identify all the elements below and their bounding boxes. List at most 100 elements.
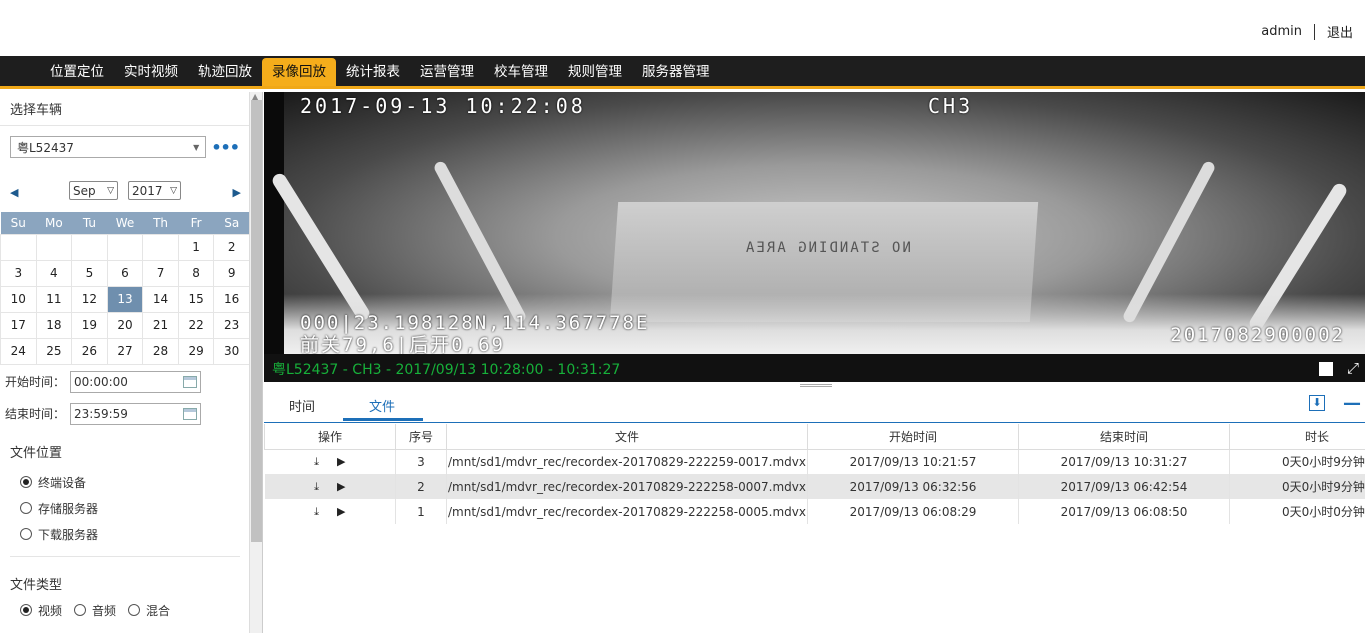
nav-item-7[interactable]: 规则管理 [558, 56, 632, 86]
weekday-header: Mo [36, 212, 72, 234]
year-select[interactable]: 2017 ▽ [128, 181, 181, 200]
calendar-day[interactable]: 13 [106, 285, 144, 313]
calendar-day[interactable]: 26 [71, 337, 108, 365]
file-type-option[interactable]: 音频 [74, 602, 116, 619]
prev-month-icon[interactable]: ◀ [10, 186, 18, 199]
file-table: 操作 序号 文件 开始时间 结束时间 时长 ⤓ ▶ 3/mnt/sd1/mdvr_rec/re… [264, 424, 1365, 524]
calendar-day[interactable]: 18 [35, 311, 73, 339]
calendar-day[interactable]: 22 [177, 311, 215, 339]
calendar-day[interactable]: 11 [35, 285, 73, 313]
radio-button[interactable] [128, 604, 141, 616]
next-month-icon[interactable]: ▶ [233, 186, 241, 199]
calendar-day [35, 233, 73, 261]
location-option[interactable]: 终端设备 [0, 474, 249, 491]
calendar-day [142, 233, 179, 261]
download-icon[interactable]: ⤓ [314, 505, 319, 519]
calendar-icon[interactable] [183, 375, 197, 388]
row-end: 2017/09/13 06:42:54 [1018, 474, 1230, 499]
row-end: 2017/09/13 06:08:50 [1018, 499, 1230, 524]
radio-button[interactable] [20, 476, 32, 488]
row-seq: 3 [395, 449, 447, 474]
main-nav: 位置定位 实时视频 轨迹回放 录像回放 统计报表 运营管理 校车管理 规则管理 服务器管理 [0, 56, 1365, 89]
tab-time[interactable]: 时间 [289, 396, 315, 415]
calendar-day[interactable]: 6 [106, 259, 144, 287]
nav-item-2[interactable]: 轨迹回放 [188, 56, 262, 86]
file-type-option[interactable]: 视频 [20, 602, 62, 619]
calendar-day[interactable]: 24 [0, 337, 37, 365]
video-player[interactable]: NO STANDING AREA 2017-09-13 10:22:08 CH3… [264, 92, 1365, 382]
panel-splitter[interactable] [800, 384, 832, 387]
start-time-input[interactable]: 00:00:00 [70, 370, 201, 393]
scrollbar-thumb[interactable] [251, 100, 262, 542]
calendar-day[interactable]: 5 [71, 259, 108, 287]
calendar-day[interactable]: 19 [71, 311, 108, 339]
calendar-day[interactable]: 12 [71, 285, 108, 313]
radio-button[interactable] [74, 604, 87, 616]
play-icon[interactable]: ▶ [337, 480, 345, 494]
calendar-day[interactable]: 17 [0, 311, 37, 339]
month-select[interactable]: Sep ▽ [69, 181, 118, 200]
calendar-day[interactable]: 15 [177, 285, 215, 313]
calendar-day[interactable]: 3 [0, 259, 37, 287]
username[interactable]: admin [1261, 24, 1302, 39]
calendar-day[interactable]: 8 [177, 259, 215, 287]
play-icon[interactable]: ▶ [337, 455, 345, 469]
file-type-title: 文件类型 [10, 577, 63, 593]
radio-button[interactable] [20, 502, 32, 514]
radio-button[interactable] [20, 528, 32, 540]
row-seq: 1 [395, 499, 447, 524]
nav-item-5[interactable]: 运营管理 [410, 56, 484, 86]
logout-link[interactable]: 退出 [1327, 22, 1353, 41]
table-row[interactable]: ⤓ ▶ 3/mnt/sd1/mdvr_rec/recordex-20170829-2… [264, 449, 1365, 474]
calendar-icon[interactable] [183, 407, 197, 420]
calendar-day[interactable]: 9 [213, 259, 249, 287]
table-row[interactable]: ⤓ ▶ 2/mnt/sd1/mdvr_rec/recordex-20170829-2… [264, 474, 1365, 499]
calendar-day[interactable]: 7 [142, 259, 179, 287]
row-action-icons: ⤓ ▶ [265, 505, 395, 519]
end-time-label: 结束时间： [5, 407, 66, 421]
calendar-day[interactable]: 4 [35, 259, 73, 287]
tab-file[interactable]: 文件 [369, 396, 395, 415]
stop-icon[interactable] [1319, 362, 1333, 376]
end-time-input[interactable]: 23:59:59 [70, 402, 201, 425]
calendar-day[interactable]: 23 [213, 311, 249, 339]
play-icon[interactable]: ▶ [337, 505, 345, 519]
file-type-label: 混合 [146, 603, 171, 618]
nav-item-3[interactable]: 录像回放 [262, 58, 336, 86]
collapse-icon[interactable]: — [1343, 393, 1361, 414]
nav-item-1[interactable]: 实时视频 [114, 56, 188, 86]
calendar-week-row: 3456789 [0, 259, 249, 287]
nav-item-4[interactable]: 统计报表 [336, 56, 410, 86]
calendar-day[interactable]: 27 [106, 337, 144, 365]
calendar-day[interactable]: 28 [142, 337, 179, 365]
nav-item-0[interactable]: 位置定位 [40, 56, 114, 86]
calendar-day[interactable]: 30 [213, 337, 249, 365]
table-row[interactable]: ⤓ ▶ 1/mnt/sd1/mdvr_rec/recordex-20170829-2… [264, 499, 1365, 524]
row-duration: 0天0小时9分钟3 [1229, 449, 1365, 474]
location-option[interactable]: 下载服务器 [0, 526, 249, 543]
fullscreen-icon[interactable]: ⤢ [1347, 359, 1359, 377]
calendar-day[interactable]: 14 [142, 285, 179, 313]
location-option[interactable]: 存储服务器 [0, 500, 249, 517]
download-icon[interactable]: ⤓ [314, 455, 319, 469]
calendar-day[interactable]: 10 [0, 285, 37, 313]
column-header: 结束时间 [1018, 424, 1230, 450]
calendar-day[interactable]: 1 [177, 233, 215, 261]
nav-item-6[interactable]: 校车管理 [484, 56, 558, 86]
calendar-day[interactable]: 29 [177, 337, 215, 365]
download-all-icon[interactable]: ⬇ [1309, 395, 1325, 411]
radio-button[interactable] [20, 604, 32, 616]
vehicle-select[interactable]: 粤L52437 ▼ [10, 136, 207, 158]
calendar-day[interactable]: 2 [213, 233, 249, 261]
osd-channel: CH3 [928, 94, 974, 118]
more-icon[interactable]: ••• [211, 138, 240, 157]
nav-item-8[interactable]: 服务器管理 [632, 56, 720, 86]
calendar-day[interactable]: 20 [106, 311, 144, 339]
calendar-day[interactable]: 16 [213, 285, 249, 313]
calendar-day[interactable]: 21 [142, 311, 179, 339]
column-header: 时长 [1229, 424, 1365, 450]
download-icon[interactable]: ⤓ [314, 480, 319, 494]
file-type-option[interactable]: 混合 [128, 602, 170, 619]
calendar-day[interactable]: 25 [35, 337, 73, 365]
left-scrollbar[interactable]: ▲ [250, 92, 263, 633]
